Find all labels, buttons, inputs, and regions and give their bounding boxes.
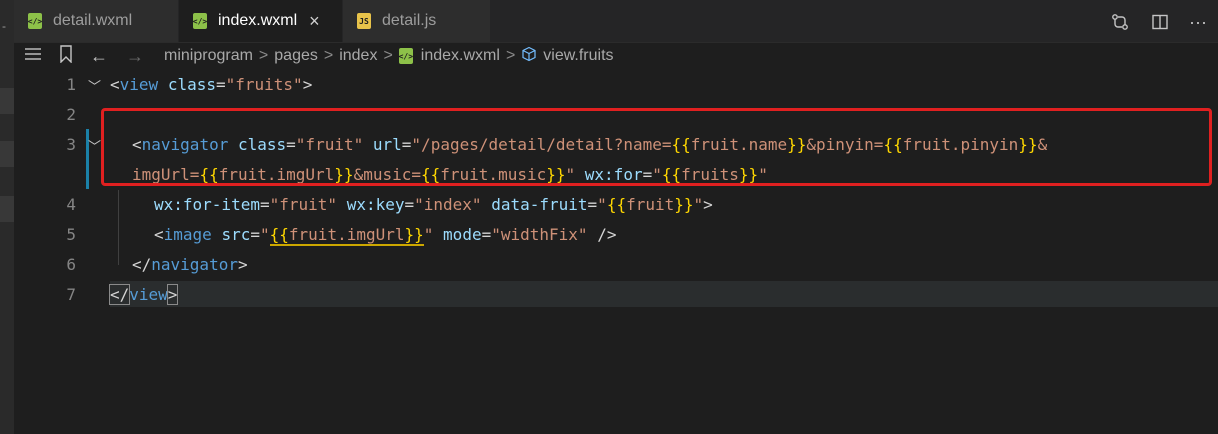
fold-chevron-icon[interactable]: ﹀ bbox=[88, 136, 101, 155]
cube-symbol-icon bbox=[521, 46, 537, 67]
line-number: 7 bbox=[66, 285, 76, 304]
collapse-dash-icon[interactable]: - bbox=[2, 19, 6, 33]
code-line-4: wx:for-item="fruit" wx:key="index" data-… bbox=[154, 195, 713, 214]
code-line-6: </navigator> bbox=[132, 255, 248, 274]
js-file-icon: JS bbox=[357, 13, 371, 29]
wxml-file-icon: </> bbox=[28, 13, 42, 29]
highlight-annotation-box bbox=[101, 108, 1212, 186]
breadcrumb-item[interactable]: miniprogram bbox=[164, 47, 253, 65]
code-line-1: <view class="fruits"> bbox=[110, 75, 313, 94]
breadcrumb-separator: > bbox=[505, 47, 516, 64]
activity-strip: - bbox=[0, 0, 14, 434]
tab-detail-wxml[interactable]: </> detail.wxml bbox=[14, 0, 179, 42]
strip-marker bbox=[0, 141, 14, 167]
code-editor[interactable]: 1 2 3 4 5 6 7 ﹀ ﹀ <view class="fruits"> … bbox=[14, 70, 1218, 434]
breadcrumb: ← → miniprogram > pages > index > </> in… bbox=[14, 43, 1218, 69]
wxml-file-icon: </> bbox=[399, 48, 413, 64]
breadcrumb-separator: > bbox=[323, 47, 334, 64]
close-icon[interactable]: × bbox=[309, 11, 320, 32]
current-line-highlight bbox=[110, 281, 1218, 307]
editor-window: - </> detail.wxml </> index.wxml × JS de… bbox=[0, 0, 1218, 434]
tab-label: detail.js bbox=[382, 12, 437, 29]
back-arrow-icon[interactable]: ← bbox=[90, 46, 108, 67]
breadcrumb-separator: > bbox=[258, 47, 269, 64]
breadcrumb-item[interactable]: view.fruits bbox=[543, 47, 613, 65]
breadcrumb-item[interactable]: index.wxml bbox=[421, 47, 500, 65]
line-number: 5 bbox=[66, 225, 76, 244]
compare-changes-icon[interactable] bbox=[1110, 12, 1130, 32]
forward-arrow-icon[interactable]: → bbox=[126, 46, 144, 67]
strip-marker bbox=[0, 88, 14, 114]
tab-label: index.wxml bbox=[218, 12, 298, 29]
fold-chevron-icon[interactable]: ﹀ bbox=[88, 76, 101, 95]
tab-bar: </> detail.wxml </> index.wxml × JS deta… bbox=[14, 0, 1218, 43]
tab-index-wxml[interactable]: </> index.wxml × bbox=[179, 0, 343, 42]
strip-marker bbox=[0, 196, 14, 222]
line-number: 1 bbox=[66, 75, 76, 94]
more-actions-icon[interactable]: ··· bbox=[1188, 12, 1208, 32]
code-line-5: <image src="{{fruit.imgUrl}}" mode="widt… bbox=[154, 225, 617, 246]
line-number: 2 bbox=[66, 105, 76, 124]
line-number: 3 bbox=[66, 135, 76, 154]
tab-detail-js[interactable]: JS detail.js bbox=[343, 0, 491, 42]
indent-guide bbox=[118, 190, 119, 265]
split-editor-icon[interactable] bbox=[1150, 12, 1170, 32]
list-icon[interactable] bbox=[24, 47, 42, 66]
breadcrumb-item[interactable]: pages bbox=[274, 47, 318, 65]
line-number: 6 bbox=[66, 255, 76, 274]
bookmark-icon[interactable] bbox=[59, 44, 73, 68]
breadcrumb-item[interactable]: index bbox=[339, 47, 377, 65]
breadcrumb-separator: > bbox=[383, 47, 393, 64]
tab-label: detail.wxml bbox=[53, 12, 133, 29]
line-number: 4 bbox=[66, 195, 76, 214]
wxml-file-icon: </> bbox=[193, 13, 207, 29]
code-line-7: </view> bbox=[108, 284, 179, 305]
